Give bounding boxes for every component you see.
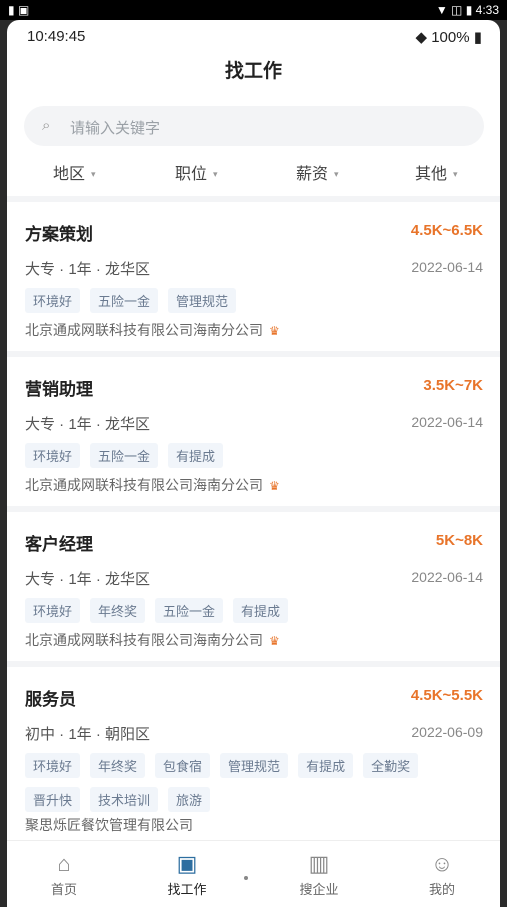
job-date: 2022-06-14 <box>411 569 483 585</box>
job-tag: 环境好 <box>25 598 81 623</box>
job-tag: 有提成 <box>168 443 224 468</box>
job-tag: 旅游 <box>168 787 211 812</box>
job-tag: 技术培训 <box>90 787 159 812</box>
job-date: 2022-06-14 <box>411 259 483 275</box>
system-clock: ▼ ◫ ▮ 4:33 <box>435 3 499 17</box>
chevron-down-icon: ▾ <box>213 169 218 180</box>
job-tags: 环境好 年终奖 包食宿 管理规范 有提成 全勤奖晋升快 技术培训 旅游 <box>25 753 485 821</box>
company-name[interactable]: 北京通成网联科技有限公司海南分公司 ♛ <box>25 320 280 340</box>
briefcase-icon: ▣ <box>176 851 198 876</box>
job-tags: 环境好 年终奖 五险一金 有提成 <box>25 598 485 632</box>
app-screen: 10:49:45 ◆ 100% ▮ 找工作 ⌕ 请输入关键字 地区 ▾ 职位 ▾ 薪… <box>7 20 500 907</box>
bottom-tab-bar: ⌂ 首页 ▣ 找工作 ▥ 搜企业 ☺ 我的 <box>7 840 500 907</box>
job-tag: 年终奖 <box>90 598 146 623</box>
system-time: 4:33 <box>475 3 499 17</box>
chevron-down-icon: ▾ <box>334 169 339 180</box>
job-list: 方案策划 4.5K~6.5K 大专 · 1年 · 龙华区 2022-06-14 … <box>7 202 500 847</box>
battery-level: 100% <box>431 29 470 46</box>
company-name[interactable]: 聚思烁匠餐饮管理有限公司 <box>25 815 193 835</box>
filter-position[interactable]: 职位 ▾ <box>175 160 218 184</box>
job-title: 方案策划 <box>25 225 93 244</box>
job-salary: 4.5K~6.5K <box>410 222 483 239</box>
page-title: 找工作 <box>224 61 282 82</box>
job-tag: 有提成 <box>298 753 354 778</box>
job-tag: 环境好 <box>25 753 81 778</box>
tab-home[interactable]: ⌂ 首页 <box>14 849 114 898</box>
search-bar[interactable]: ⌕ 请输入关键字 <box>24 106 484 146</box>
tab-mine[interactable]: ☺ 我的 <box>392 849 492 898</box>
job-tag: 五险一金 <box>90 443 159 468</box>
job-tag: 五险一金 <box>155 598 224 623</box>
job-salary: 5K~8K <box>435 532 483 549</box>
job-title: 服务员 <box>25 690 76 709</box>
job-tag: 管理规范 <box>168 288 237 313</box>
tab-find-job[interactable]: ▣ 找工作 <box>137 849 237 898</box>
job-tags: 环境好 五险一金 有提成 <box>25 443 485 477</box>
job-title: 客户经理 <box>25 535 93 554</box>
job-tag: 环境好 <box>25 443 81 468</box>
job-salary: 4.5K~5.5K <box>410 687 483 704</box>
status-bar: 10:49:45 ◆ 100% ▮ <box>7 20 500 52</box>
job-card[interactable]: 营销助理 3.5K~7K 大专 · 1年 · 龙华区 2022-06-14 环境… <box>7 357 500 512</box>
job-meta: 大专 · 1年 · 龙华区 <box>25 261 151 278</box>
job-tag: 晋升快 <box>25 787 81 812</box>
job-card[interactable]: 客户经理 5K~8K 大专 · 1年 · 龙华区 2022-06-14 环境好年… <box>7 512 500 667</box>
status-time: 10:49:45 <box>27 28 86 45</box>
job-tag: 管理规范 <box>220 753 289 778</box>
filter-bar: 地区 ▾ 职位 ▾ 薪资 ▾ 其他 ▾ <box>7 160 500 186</box>
search-input[interactable]: 请输入关键字 <box>70 117 160 138</box>
battery-icon: ▮ <box>473 29 482 46</box>
home-icon: ⌂ <box>57 851 71 876</box>
crown-icon: ♛ <box>269 634 280 648</box>
battery-indicator: ◆ 100% ▮ <box>415 28 482 46</box>
chevron-down-icon: ▾ <box>91 169 96 180</box>
job-tag: 有提成 <box>233 598 289 623</box>
job-meta: 初中 · 1年 · 朝阳区 <box>25 726 151 743</box>
filter-region[interactable]: 地区 ▾ <box>53 160 96 184</box>
job-date: 2022-06-09 <box>411 724 483 740</box>
job-salary: 3.5K~7K <box>423 377 483 394</box>
job-card[interactable]: 方案策划 4.5K~6.5K 大专 · 1年 · 龙华区 2022-06-14 … <box>7 202 500 357</box>
crown-icon: ♛ <box>269 324 280 338</box>
job-meta: 大专 · 1年 · 龙华区 <box>25 416 151 433</box>
filter-salary[interactable]: 薪资 ▾ <box>296 160 339 184</box>
job-date: 2022-06-14 <box>411 414 483 430</box>
tab-indicator-dot <box>244 876 248 880</box>
user-icon: ☺ <box>430 851 454 876</box>
notification-icons: ▮ ▣ <box>8 3 30 17</box>
tab-companies[interactable]: ▥ 搜企业 <box>269 849 369 898</box>
job-tag: 五险一金 <box>90 288 159 313</box>
job-tag: 年终奖 <box>90 753 146 778</box>
wifi-icon: ◆ <box>415 29 428 46</box>
search-icon: ⌕ <box>42 117 51 134</box>
job-title: 营销助理 <box>25 380 93 399</box>
job-tag: 包食宿 <box>155 753 211 778</box>
job-meta: 大专 · 1年 · 龙华区 <box>25 571 151 588</box>
chevron-down-icon: ▾ <box>453 169 458 180</box>
company-name[interactable]: 北京通成网联科技有限公司海南分公司 ♛ <box>25 475 280 495</box>
building-icon: ▥ <box>308 851 330 876</box>
job-card[interactable]: 服务员 4.5K~5.5K 初中 · 1年 · 朝阳区 2022-06-09 环… <box>7 667 500 847</box>
company-name[interactable]: 北京通成网联科技有限公司海南分公司 ♛ <box>25 630 280 650</box>
crown-icon: ♛ <box>269 479 280 493</box>
filter-other[interactable]: 其他 ▾ <box>415 160 458 184</box>
job-tags: 环境好 五险一金 管理规范 <box>25 288 485 322</box>
job-tag: 全勤奖 <box>363 753 419 778</box>
system-status-bar: ▮ ▣ ▼ ◫ ▮ 4:33 <box>0 0 507 20</box>
job-tag: 环境好 <box>25 288 81 313</box>
